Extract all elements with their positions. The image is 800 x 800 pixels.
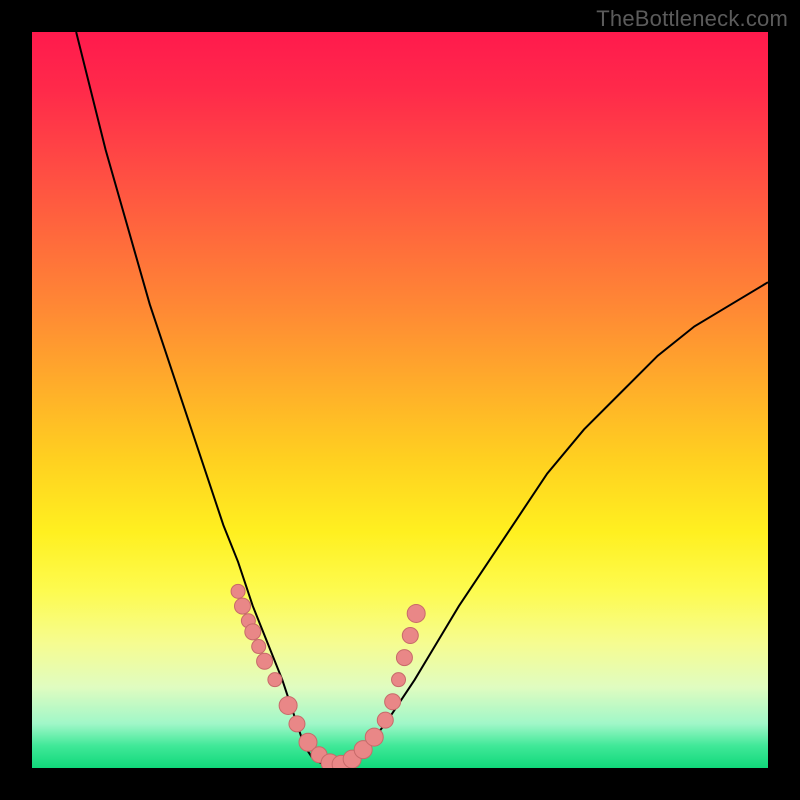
data-point	[289, 716, 305, 732]
curve-layer	[76, 32, 768, 767]
watermark-label: TheBottleneck.com	[596, 6, 788, 32]
data-point	[407, 604, 425, 622]
bottleneck-curve	[76, 32, 768, 767]
data-point	[231, 584, 245, 598]
data-point	[402, 628, 418, 644]
plot-area	[32, 32, 768, 768]
data-point	[245, 624, 261, 640]
data-point	[365, 728, 383, 746]
data-point	[268, 673, 282, 687]
data-point	[235, 598, 251, 614]
data-point	[377, 712, 393, 728]
dots-layer	[231, 584, 425, 768]
chart-frame: TheBottleneck.com	[0, 0, 800, 800]
data-point	[396, 650, 412, 666]
data-point	[257, 653, 273, 669]
data-point	[252, 640, 266, 654]
chart-svg	[32, 32, 768, 768]
data-point	[392, 673, 406, 687]
data-point	[279, 696, 297, 714]
data-point	[385, 694, 401, 710]
